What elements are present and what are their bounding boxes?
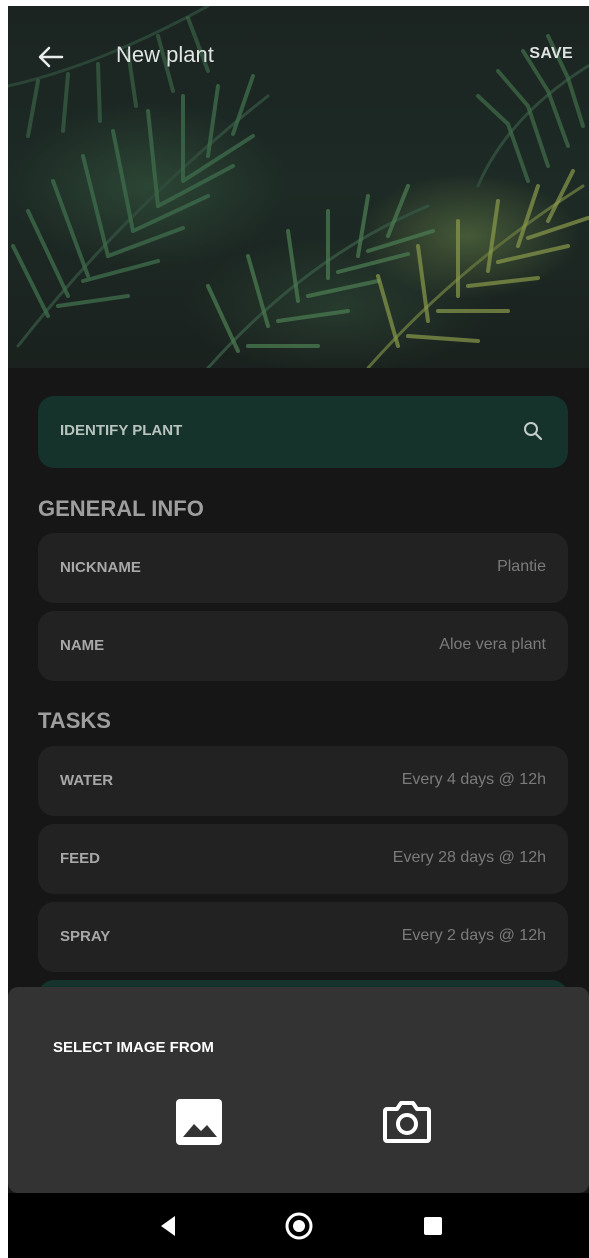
task-schedule: Every 28 days @ 12h bbox=[392, 849, 546, 866]
sheet-title: SELECT IMAGE FROM bbox=[53, 1039, 214, 1056]
arrow-left-icon[interactable] bbox=[34, 40, 68, 74]
name-value: Aloe vera plant bbox=[439, 636, 546, 653]
select-image-bottom-sheet: SELECT IMAGE FROM bbox=[8, 987, 589, 1193]
back-triangle-icon[interactable] bbox=[153, 1211, 183, 1241]
task-row-feed[interactable]: FEED Every 28 days @ 12h bbox=[38, 824, 568, 894]
general-info-heading: GENERAL INFO bbox=[38, 496, 204, 521]
nickname-value: Plantie bbox=[497, 558, 546, 575]
task-label: SPRAY bbox=[60, 928, 111, 945]
identify-plant-label: IDENTIFY PLANT bbox=[60, 422, 183, 439]
name-row[interactable]: NAME Aloe vera plant bbox=[38, 611, 568, 681]
nickname-row[interactable]: NICKNAME Plantie bbox=[38, 533, 568, 603]
task-label: FEED bbox=[60, 850, 101, 867]
search-icon bbox=[522, 420, 544, 442]
app-screen: New plant SAVE IDENTIFY PLANT GENERAL IN… bbox=[8, 6, 589, 1258]
task-row-spray[interactable]: SPRAY Every 2 days @ 12h bbox=[38, 902, 568, 972]
task-schedule: Every 4 days @ 12h bbox=[401, 771, 546, 788]
gallery-image-icon[interactable] bbox=[174, 1097, 226, 1149]
tasks-heading: TASKS bbox=[38, 708, 111, 733]
nickname-label: NICKNAME bbox=[60, 559, 141, 576]
save-button[interactable]: SAVE bbox=[529, 45, 573, 63]
system-navigation-bar bbox=[8, 1193, 589, 1258]
recents-square-icon[interactable] bbox=[418, 1211, 448, 1241]
plant-header-image[interactable]: New plant SAVE bbox=[8, 6, 589, 368]
name-label: NAME bbox=[60, 637, 105, 654]
task-row-water[interactable]: WATER Every 4 days @ 12h bbox=[38, 746, 568, 816]
task-label: WATER bbox=[60, 772, 114, 789]
page-title: New plant bbox=[116, 42, 214, 67]
camera-icon[interactable] bbox=[379, 1093, 431, 1145]
app-bar: New plant SAVE bbox=[8, 6, 589, 106]
home-circle-icon[interactable] bbox=[284, 1211, 314, 1241]
identify-plant-button[interactable]: IDENTIFY PLANT bbox=[38, 396, 568, 468]
task-schedule: Every 2 days @ 12h bbox=[401, 927, 546, 944]
